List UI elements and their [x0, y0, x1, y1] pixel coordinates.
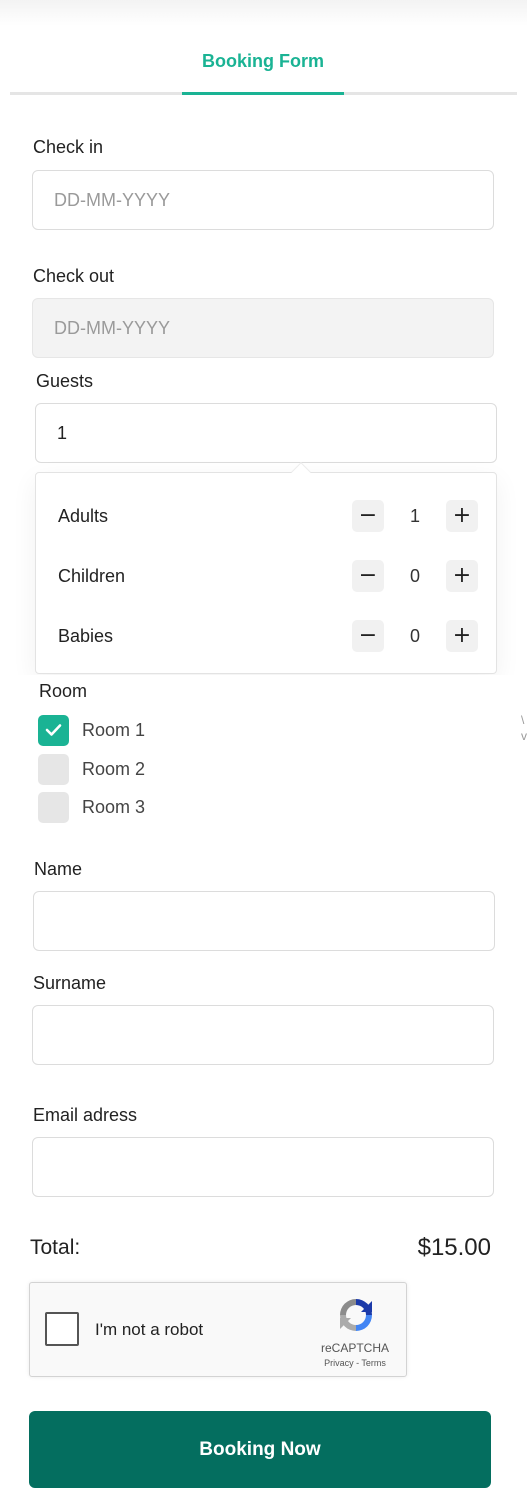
recaptcha-widget: I'm not a robot reCAPTCHA Privacy - Term…	[29, 1282, 407, 1377]
plus-icon[interactable]: +	[446, 620, 478, 652]
guests-value: 1	[57, 422, 68, 443]
check-icon	[45, 724, 62, 736]
guests-field[interactable]: 1	[35, 403, 497, 463]
clipped-side-text: \ v	[521, 713, 527, 743]
room-option-label: Room 3	[82, 797, 146, 817]
guest-row-label: Children	[58, 566, 126, 586]
surname-label: Surname	[33, 973, 107, 993]
recaptcha-links[interactable]: Privacy - Terms	[312, 1358, 398, 1368]
room-option-label: Room 1	[82, 720, 146, 740]
surname-field[interactable]	[32, 1005, 494, 1065]
total-label: Total:	[30, 1236, 81, 1259]
active-tab-indicator	[182, 92, 344, 95]
check-out-label: Check out	[33, 266, 115, 286]
guest-row-babies: Babies − 0 +	[36, 616, 496, 656]
children-count: 0	[409, 566, 420, 586]
room-option-3[interactable]: Room 3	[38, 792, 238, 824]
check-out-field[interactable]	[32, 298, 494, 358]
checkbox[interactable]	[38, 754, 69, 785]
room-option-2[interactable]: Room 2	[38, 754, 238, 786]
adults-count: 1	[409, 506, 420, 526]
name-label: Name	[34, 859, 83, 879]
tab-bar: Booking Form	[10, 40, 517, 95]
name-field[interactable]	[33, 891, 495, 951]
check-in-label: Check in	[33, 137, 104, 157]
recaptcha-logo-icon	[340, 1299, 372, 1331]
tab-booking-form[interactable]: Booking Form	[182, 40, 344, 95]
minus-icon[interactable]: −	[352, 620, 384, 652]
adults-stepper: − 1 +	[352, 500, 478, 532]
babies-count: 0	[409, 626, 420, 646]
room-option-label: Room 2	[82, 759, 146, 779]
top-shadow	[0, 0, 527, 26]
guest-row-label: Babies	[58, 626, 114, 646]
booking-now-button[interactable]: Booking Now	[29, 1411, 491, 1488]
children-stepper: − 0 +	[352, 560, 478, 592]
minus-icon[interactable]: −	[352, 560, 384, 592]
guest-row-adults: Adults − 1 +	[36, 496, 496, 536]
recaptcha-label: I'm not a robot	[95, 1320, 204, 1339]
plus-icon[interactable]: +	[446, 500, 478, 532]
email-field[interactable]	[32, 1137, 494, 1197]
room-section: Room Room 1 Room 2 Room 3	[18, 675, 518, 835]
room-label: Room	[39, 681, 88, 701]
dropdown-caret	[291, 462, 311, 482]
minus-icon[interactable]: −	[352, 500, 384, 532]
email-label: Email adress	[33, 1105, 138, 1125]
guests-dropdown: Adults − 1 + Children − 0 + Babies − 0 +	[35, 462, 497, 674]
recaptcha-brand: reCAPTCHA	[320, 1341, 389, 1355]
babies-stepper: − 0 +	[352, 620, 478, 652]
recaptcha-checkbox[interactable]	[45, 1312, 79, 1346]
checkbox-checked[interactable]	[38, 715, 69, 746]
room-option-1[interactable]: Room 1	[38, 715, 238, 747]
guest-row-children: Children − 0 +	[36, 556, 496, 596]
checkbox[interactable]	[38, 792, 69, 823]
total-amount: $15.00	[417, 1234, 491, 1261]
check-in-field[interactable]	[32, 170, 494, 230]
plus-icon[interactable]: +	[446, 560, 478, 592]
guests-label: Guests	[36, 371, 94, 391]
guest-row-label: Adults	[58, 506, 109, 526]
